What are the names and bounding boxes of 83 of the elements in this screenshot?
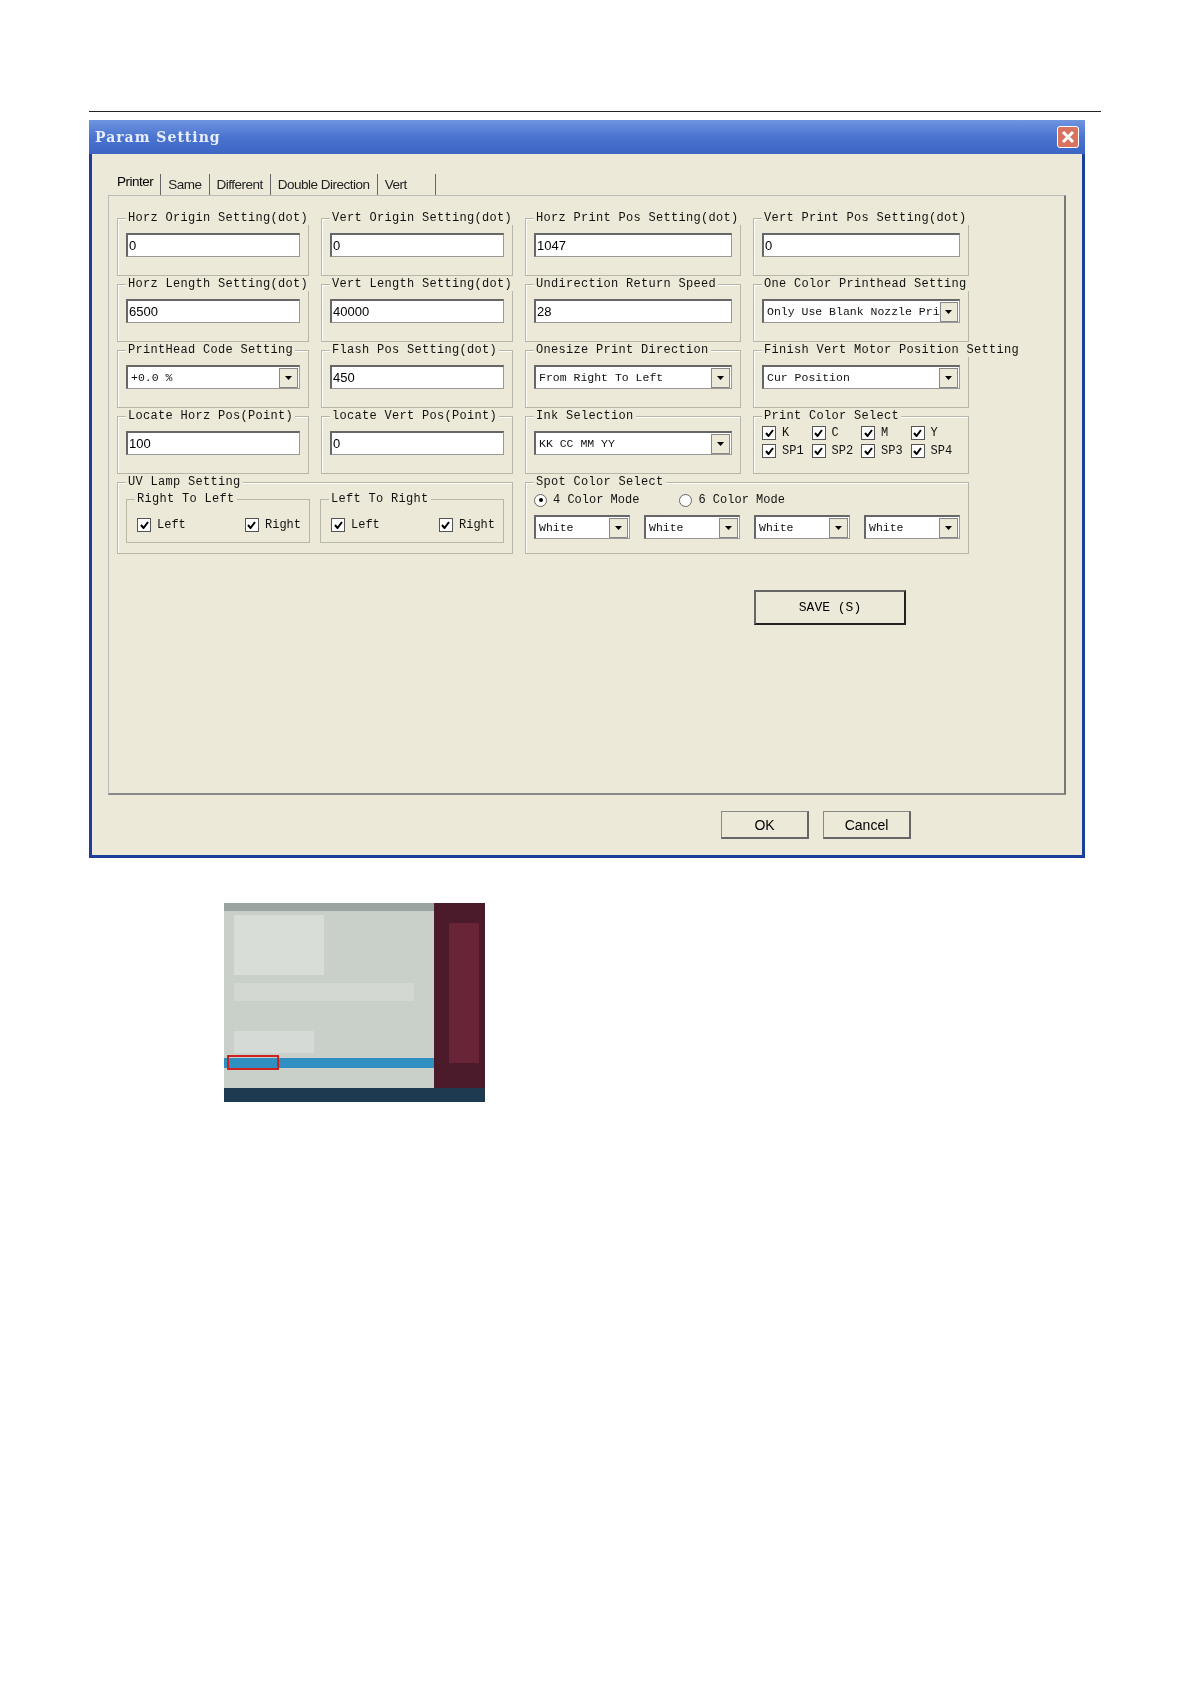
ok-button[interactable]: OK	[721, 811, 809, 839]
save-button[interactable]: SAVE (S)	[754, 590, 906, 625]
checkbox[interactable]	[331, 518, 345, 532]
dropdown[interactable]: +0.0 %	[126, 365, 300, 389]
tab[interactable]: Double Direction	[270, 174, 378, 195]
caret-icon	[725, 525, 732, 530]
caret-icon	[945, 375, 952, 380]
caret-icon	[615, 525, 622, 530]
dropdown[interactable]: White	[644, 515, 740, 539]
tab[interactable]: Vert	[377, 174, 436, 195]
dropdown[interactable]: Cur Position	[762, 365, 960, 389]
checkbox-label: C	[831, 426, 839, 440]
tab[interactable]: Same	[161, 174, 210, 195]
group-title: Right To Left	[135, 492, 237, 506]
dropdown[interactable]: Only Use Blank Nozzle Pri	[762, 299, 960, 323]
window-title: Param Setting	[95, 129, 221, 145]
group-title: Vert Print Pos Setting(dot)	[762, 211, 969, 225]
checkbox[interactable]	[811, 444, 826, 458]
checkbox-label: SP2	[831, 444, 854, 458]
checkbox-label: K	[782, 426, 790, 440]
caret-icon	[945, 309, 953, 314]
text-field[interactable]: 0	[330, 233, 504, 257]
checkbox-label: Right	[459, 518, 495, 532]
group-title: Horz Print Pos Setting(dot)	[534, 211, 741, 225]
close-button[interactable]	[1057, 126, 1079, 148]
checkbox[interactable]	[910, 444, 925, 458]
caret-icon	[285, 375, 292, 380]
group-title: Horz Origin Setting(dot)	[126, 211, 311, 225]
checkbox[interactable]	[137, 518, 151, 532]
tab[interactable]: Printer	[110, 174, 162, 195]
checkbox[interactable]	[762, 444, 776, 458]
checkbox[interactable]	[861, 444, 875, 458]
group-title: Undirection Return Speed	[534, 277, 719, 291]
checkbox[interactable]	[910, 426, 925, 440]
text-field[interactable]: 1047	[534, 233, 732, 257]
checkbox-label: SP1	[782, 444, 804, 458]
checkbox-label: Y	[930, 426, 938, 440]
cancel-button[interactable]: Cancel	[823, 811, 911, 839]
group-title: Left To Right	[329, 492, 431, 506]
radio-label: 4 Color Mode	[553, 493, 640, 507]
dropdown[interactable]: White	[534, 515, 630, 539]
caret-icon	[717, 375, 724, 380]
group-title: UV Lamp Setting	[126, 475, 243, 489]
checkbox[interactable]	[861, 426, 875, 440]
text-field[interactable]: 6500	[126, 299, 300, 323]
text-field[interactable]: 450	[330, 365, 504, 389]
text-field[interactable]: 100	[126, 431, 300, 455]
text-field[interactable]: 28	[534, 299, 732, 323]
radio-button[interactable]	[534, 493, 547, 507]
checkbox[interactable]	[439, 518, 453, 532]
text-field[interactable]: 40000	[330, 299, 504, 323]
checkbox[interactable]	[811, 426, 826, 440]
text-field[interactable]: 0	[762, 233, 960, 257]
group-title: One Color Printhead Setting	[762, 277, 969, 291]
checkbox-label: Right	[265, 518, 301, 532]
checkbox-label: Left	[157, 518, 186, 532]
checkbox[interactable]	[245, 518, 259, 532]
text-field[interactable]: 0	[330, 431, 504, 455]
dropdown[interactable]: From Right To Left	[534, 365, 732, 389]
close-icon	[1061, 130, 1075, 144]
group-title: Vert Length Setting(dot)	[330, 277, 515, 291]
group-title: Horz Length Setting(dot)	[126, 277, 311, 291]
group-title: Flash Pos Setting(dot)	[330, 343, 500, 357]
group-title: PrintHead Code Setting	[126, 343, 296, 357]
dropdown[interactable]: KK CC MM YY	[534, 431, 732, 455]
checkbox[interactable]	[762, 426, 776, 440]
group-title: locate Vert Pos(Point)	[330, 409, 500, 423]
dropdown[interactable]: White	[754, 515, 850, 539]
caret-icon	[835, 525, 842, 530]
text-field[interactable]: 0	[126, 233, 300, 257]
group-title: Spot Color Select	[534, 475, 666, 489]
checkbox-label: SP3	[881, 444, 903, 458]
group-title: Locate Horz Pos(Point)	[126, 409, 296, 423]
group-title: Vert Origin Setting(dot)	[330, 211, 515, 225]
tab[interactable]: Different	[209, 174, 271, 195]
dropdown[interactable]: White	[864, 515, 960, 539]
checkbox-label: SP4	[930, 444, 953, 458]
caret-icon	[945, 525, 952, 530]
caret-icon	[717, 441, 724, 446]
checkbox-label: Left	[351, 518, 380, 532]
checkbox-label: M	[881, 426, 889, 440]
radio-button[interactable]	[679, 493, 693, 507]
radio-label: 6 Color Mode	[698, 493, 785, 507]
